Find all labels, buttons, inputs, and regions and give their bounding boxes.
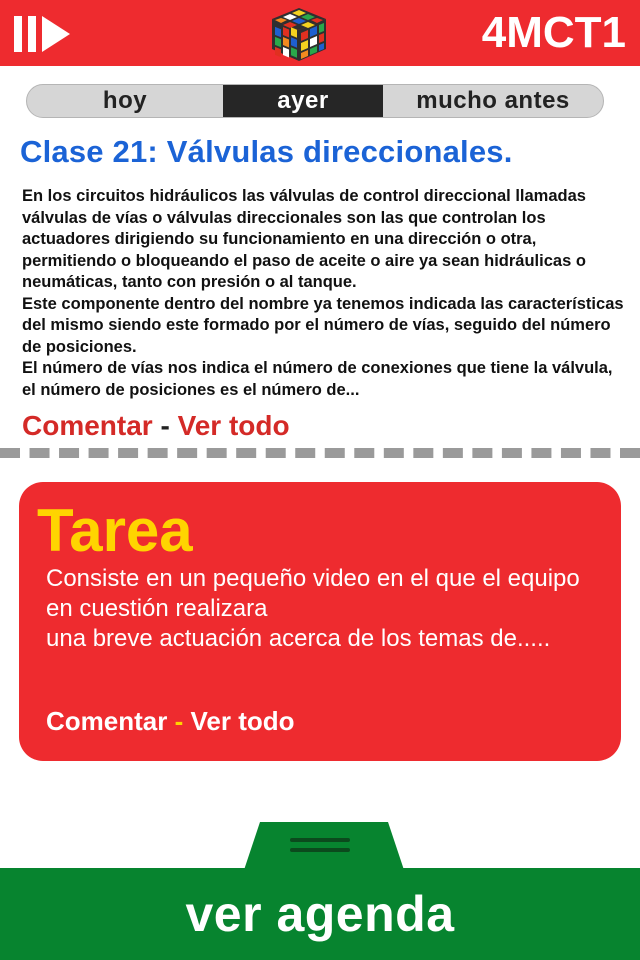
- post-paragraph: En los circuitos hidráulicos las válvula…: [22, 187, 586, 291]
- task-card: Tarea Consiste en un pequeño video en el…: [19, 482, 621, 761]
- post-title: Clase 21: Válvulas direccionales.: [20, 134, 513, 169]
- task-line: Consiste en un pequeño video en el que e…: [46, 565, 580, 622]
- grip-line: [290, 848, 350, 852]
- rubik-cube-icon: [272, 8, 326, 61]
- drag-handle-icon[interactable]: [244, 822, 404, 870]
- agenda-label: ver agenda: [185, 886, 455, 942]
- post-actions: Comentar - Ver todo: [22, 410, 290, 442]
- agenda-button[interactable]: ver agenda: [0, 868, 640, 960]
- section-divider: [0, 448, 640, 458]
- task-actions-separator: -: [174, 706, 184, 736]
- post-paragraph: Este componente dentro del nombre ya ten…: [22, 294, 624, 356]
- course-code: 4MCT1: [481, 8, 626, 57]
- header-bar: 4MCT1: [0, 0, 640, 66]
- post-paragraph: El número de vías nos indica el número d…: [22, 359, 613, 399]
- post-body: En los circuitos hidráulicos las válvula…: [22, 186, 628, 401]
- grip-line: [290, 838, 350, 842]
- tab-ayer[interactable]: ayer: [223, 85, 383, 117]
- post-comment-link[interactable]: Comentar: [22, 410, 153, 441]
- tab-hoy[interactable]: hoy: [27, 85, 223, 117]
- post-view-all-link[interactable]: Ver todo: [178, 410, 290, 441]
- task-title: Tarea: [37, 497, 193, 564]
- task-actions: Comentar - Ver todo: [46, 706, 295, 737]
- task-body: Consiste en un pequeño video en el que e…: [46, 564, 606, 654]
- task-line: una breve actuación acerca de los temas …: [46, 625, 551, 652]
- tab-mucho-antes[interactable]: mucho antes: [383, 85, 603, 117]
- double-chevron-icon[interactable]: [14, 14, 74, 54]
- day-tabs: hoy ayer mucho antes: [26, 84, 604, 118]
- task-view-all-link[interactable]: Ver todo: [191, 706, 295, 736]
- post-actions-separator: -: [160, 410, 170, 441]
- task-comment-link[interactable]: Comentar: [46, 706, 167, 736]
